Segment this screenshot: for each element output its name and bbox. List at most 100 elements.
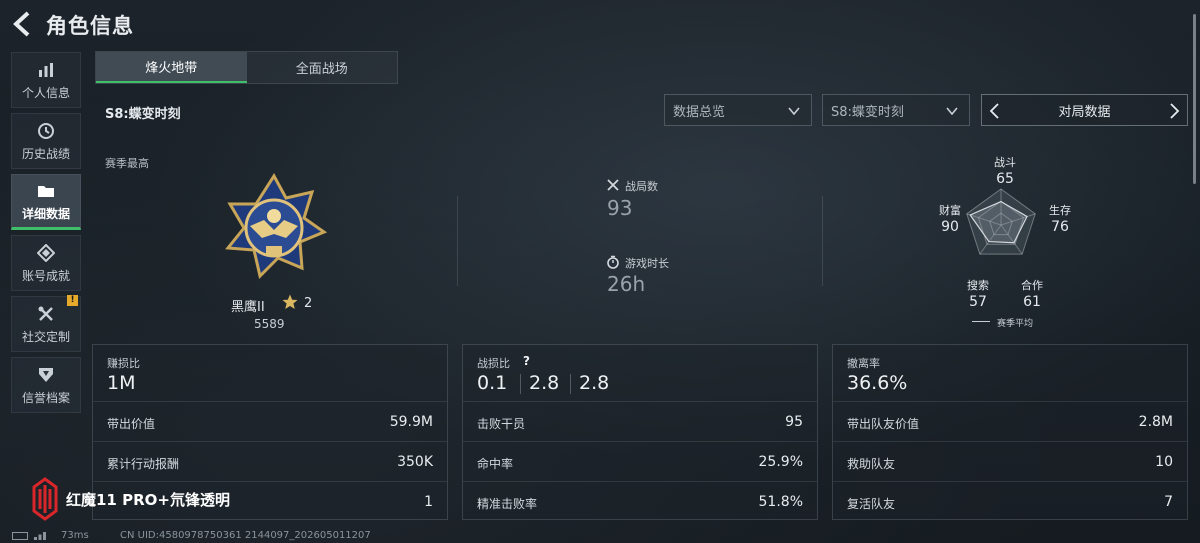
folder-icon	[36, 181, 56, 201]
stat-row-label: 击败干员	[477, 417, 526, 431]
divider	[570, 374, 571, 394]
match-data-pager: 对局数据	[981, 94, 1188, 126]
divider	[520, 374, 521, 394]
stat-row-label: 命中率	[477, 457, 514, 471]
stat-row: 带出队友价值 2.8M	[833, 401, 1187, 441]
sidebar-item-label: 信誉档案	[21, 390, 70, 405]
radar-label-combat: 战斗	[994, 156, 1016, 169]
matches-label: 战局数	[625, 180, 658, 193]
season-dropdown[interactable]: S8:蝶变时刻	[822, 94, 970, 126]
dropdown-value: 数据总览	[673, 104, 726, 120]
mode-tabs: 烽火地带 全面战场	[95, 51, 398, 84]
sidebar-item-label: 历史战绩	[21, 146, 70, 161]
extract-card: 撤离率 36.6% 带出队友价值 2.8M 救助队友 10 复活队友 7	[832, 344, 1188, 520]
playtime-value: 26h	[607, 272, 646, 296]
notification-badge: !	[67, 295, 78, 306]
watermark-text: 红魔11 PRO+氘锋透明	[66, 491, 230, 509]
stat-row-label: 累计行动报酬	[107, 457, 180, 471]
stat-row-value: 1	[424, 494, 433, 510]
data-view-dropdown[interactable]: 数据总览	[664, 94, 812, 126]
radar-value-combat: 65	[996, 171, 1014, 187]
playtime-label: 游戏时长	[625, 257, 669, 270]
rank-score: 5589	[254, 317, 285, 331]
page-title: 角色信息	[46, 14, 134, 38]
stat-row-value: 95	[785, 414, 803, 430]
stat-row: 复活队友 7	[833, 481, 1187, 521]
sidebar-item-label: 详细数据	[21, 206, 70, 221]
kd-value-2: 2.8	[529, 372, 560, 394]
shield-icon	[36, 365, 56, 385]
profit-ratio-label: 赚损比	[107, 357, 140, 370]
radar-value-cooperation: 61	[1023, 294, 1041, 310]
stat-row-value: 10	[1155, 454, 1173, 470]
stat-row-value: 51.8%	[758, 494, 803, 510]
radar-value-search: 57	[969, 294, 987, 310]
chevron-left-icon[interactable]	[988, 102, 1002, 120]
dropdown-value: S8:蝶变时刻	[831, 104, 904, 120]
stat-row-label: 精准击败率	[477, 497, 538, 511]
stopwatch-icon	[607, 255, 619, 269]
divider	[822, 196, 823, 286]
chevron-down-icon	[946, 107, 958, 116]
sidebar-item-reputation[interactable]: 信誉档案	[11, 357, 81, 413]
radar-label-wealth: 财富	[939, 204, 961, 217]
back-button[interactable]	[10, 9, 36, 39]
stat-row: 救助队友 10	[833, 441, 1187, 481]
back-arrow-icon	[13, 11, 30, 37]
sidebar-item-history[interactable]: 历史战绩	[11, 113, 81, 169]
stat-row: 累计行动报酬 350K	[93, 441, 447, 481]
sidebar-item-achievements[interactable]: 账号成就	[11, 235, 81, 291]
stat-row-label: 复活队友	[847, 497, 896, 511]
battery-icon	[12, 532, 28, 540]
scrollbar[interactable]	[1193, 14, 1196, 184]
radar-value-survival: 76	[1051, 219, 1069, 235]
season-title: S8:蝶变时刻	[105, 107, 181, 122]
stat-row: 命中率 25.9%	[463, 441, 817, 481]
extract-rate-value: 36.6%	[847, 372, 908, 394]
sidebar-item-personal-info[interactable]: 个人信息	[11, 52, 81, 108]
radar-label-search: 搜索	[967, 279, 989, 292]
stat-row: 精准击败率 51.8%	[463, 481, 817, 521]
divider	[457, 196, 458, 286]
radar-label-cooperation: 合作	[1021, 279, 1043, 292]
tab-total-warfare[interactable]: 全面战场	[246, 52, 397, 83]
ability-radar-chart: 战斗 65 生存 76 合作 61 搜索 57 财富 90	[930, 150, 1071, 330]
diamond-icon	[36, 243, 56, 263]
ping-readout: 73ms	[61, 530, 89, 541]
tab-beacon-zone[interactable]: 烽火地带	[96, 52, 247, 83]
tools-icon	[36, 304, 56, 324]
uid-readout: CN UID:4580978750361 2144097_20260501120…	[120, 530, 371, 541]
radar-value-wealth: 90	[941, 219, 959, 235]
kd-card: 战损比 ? 0.1 2.8 2.8 击败干员 95 命中率 25.9% 精准击败…	[462, 344, 818, 520]
extract-rate-label: 撤离率	[847, 357, 880, 370]
rank-medal-icon	[220, 172, 328, 280]
sidebar-item-social[interactable]: 社交定制 !	[11, 295, 81, 352]
season-best-label: 赛季最高	[105, 157, 149, 170]
stat-row-label: 带出价值	[107, 417, 156, 431]
pager-label: 对局数据	[1058, 104, 1111, 120]
sidebar-item-label: 账号成就	[21, 268, 70, 283]
rank-name: 黑鹰II	[231, 300, 265, 315]
red-magic-logo-icon	[32, 477, 58, 521]
signal-icon	[34, 532, 46, 540]
legend-label: 赛季平均	[997, 319, 1034, 329]
sidebar-item-label: 个人信息	[21, 85, 70, 100]
bar-chart-icon	[36, 60, 56, 80]
radar-label-survival: 生存	[1049, 204, 1071, 217]
stat-row-value: 59.9M	[389, 414, 433, 430]
kd-value-3: 2.8	[579, 372, 610, 394]
stat-row-value: 2.8M	[1138, 414, 1173, 430]
star-icon	[282, 294, 298, 309]
stat-row-label: 带出队友价值	[847, 417, 920, 431]
sidebar-item-detailed-data[interactable]: 详细数据	[11, 174, 81, 230]
stat-row-value: 350K	[397, 454, 433, 470]
stat-row-value: 25.9%	[758, 454, 803, 470]
chevron-right-icon[interactable]	[1167, 102, 1181, 120]
sidebar-item-label: 社交定制	[21, 329, 70, 344]
kd-ratio-label: 战损比	[477, 357, 510, 370]
help-icon[interactable]: ?	[523, 354, 535, 368]
matches-value: 93	[607, 196, 633, 220]
rank-level: 2	[304, 296, 313, 311]
clock-icon	[36, 121, 56, 141]
stat-row-value: 7	[1164, 494, 1173, 510]
